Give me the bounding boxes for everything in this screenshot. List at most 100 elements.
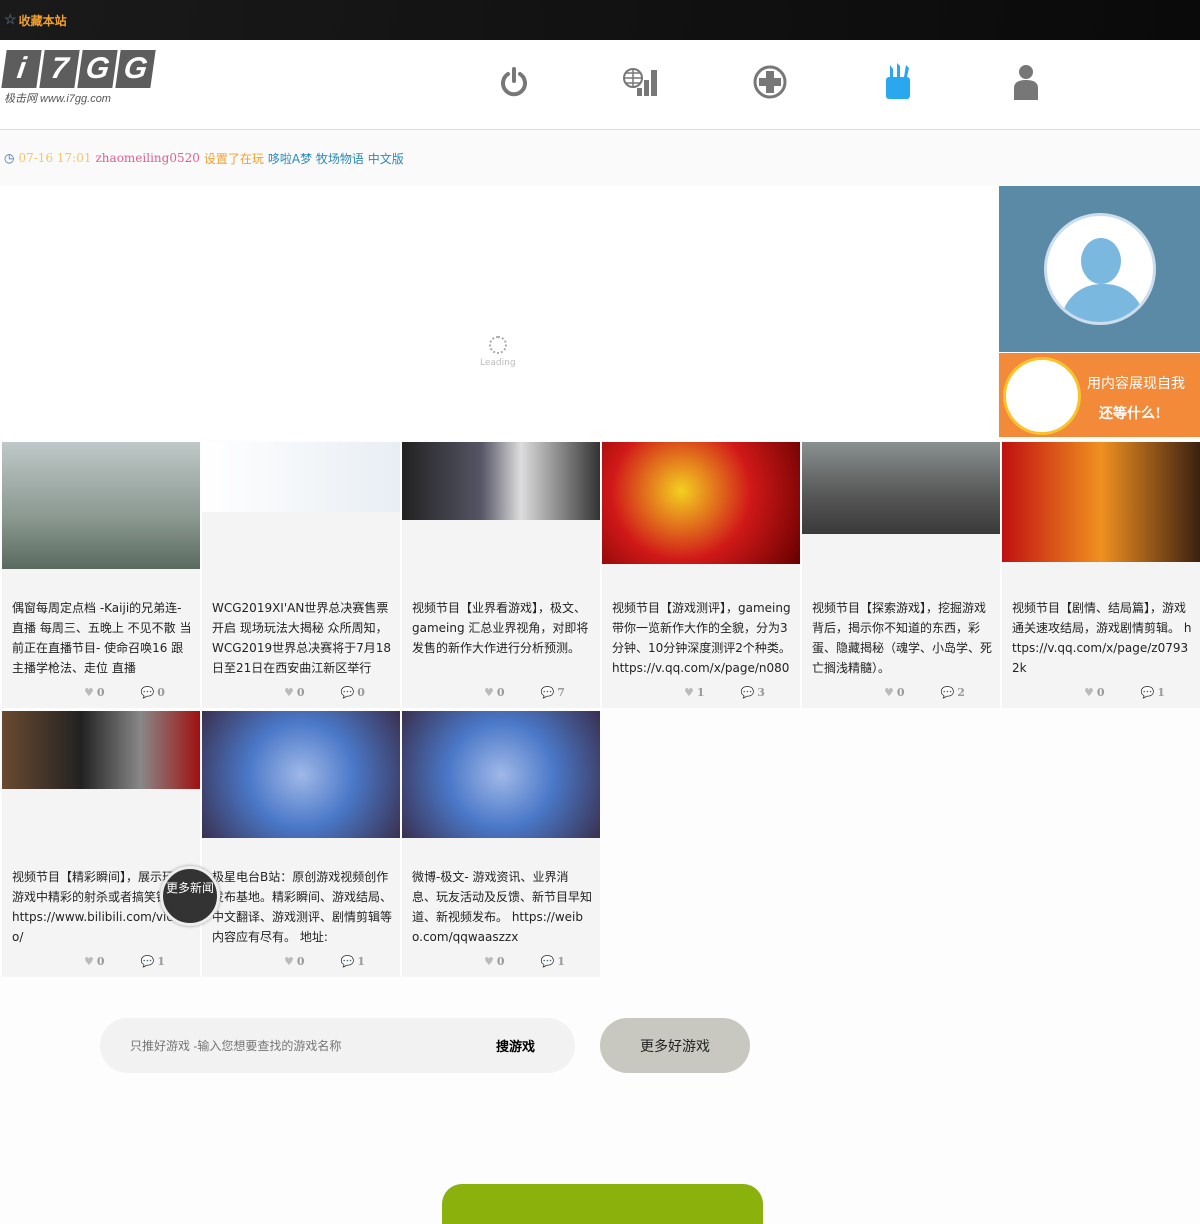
heart-icon: ♥ xyxy=(284,955,294,968)
comment-count[interactable]: 💬 2 xyxy=(941,686,965,699)
card-text: 极星电台B站：原创游戏视频创作发布基地。精彩瞬间、游戏结局、中文翻译、游戏测评、… xyxy=(212,870,392,944)
nav-write[interactable] xyxy=(834,60,962,104)
comment-count[interactable]: 💬 0 xyxy=(141,686,165,699)
nav-games[interactable] xyxy=(706,60,834,104)
like-count[interactable]: ♥ 0 xyxy=(484,955,505,968)
top-bar: ☆ 收藏本站 xyxy=(0,0,1200,40)
card-text: 微博-极文- 游戏资讯、业界消息、玩友活动及反馈、新节目早知道、新视频发布。 h… xyxy=(412,870,592,944)
card-text: WCG2019XI'AN世界总决赛售票开启 现场玩法大揭秘 众所周知，WCG20… xyxy=(212,601,391,675)
loading-indicator: Leading xyxy=(480,336,516,368)
ticker-time: 07-16 17:01 xyxy=(18,151,92,165)
likes-value: 0 xyxy=(96,686,105,699)
comment-count[interactable]: 💬 1 xyxy=(341,955,365,968)
comment-icon: 💬 xyxy=(340,686,355,699)
news-card[interactable]: 视频节目【精彩瞬间】，展示玩机游戏中精彩的射杀或者搞笑镜头。 https://w… xyxy=(2,711,200,977)
likes-value: 0 xyxy=(96,955,105,968)
activity-ticker: ◷ 07-16 17:01 zhaomeiling0520 设置了在玩 哆啦A梦… xyxy=(0,130,1200,186)
game-search: 搜游戏 xyxy=(100,1018,575,1073)
promo-banner[interactable]: 用内容展现自我 还等什么! xyxy=(999,353,1200,437)
search-button[interactable]: 搜游戏 xyxy=(496,1036,535,1055)
ticker-user-link[interactable]: zhaomeiling0520 xyxy=(95,151,199,165)
likes-value: 0 xyxy=(1096,686,1105,699)
nav-power[interactable] xyxy=(450,60,578,104)
comment-icon: 💬 xyxy=(340,955,355,968)
star-icon: ☆ xyxy=(4,12,17,28)
comments-value: 1 xyxy=(557,955,565,968)
comment-count[interactable]: 💬 0 xyxy=(341,686,365,699)
card-thumbnail[interactable] xyxy=(802,442,1000,534)
cat-mascot-icon xyxy=(1003,357,1081,435)
card-thumbnail[interactable] xyxy=(202,711,400,838)
news-card[interactable]: 视频节目【游戏测评】，gameing 带你一览新作大作的全貌，分为3分钟、10分… xyxy=(602,442,800,708)
like-count[interactable]: ♥ 1 xyxy=(684,686,705,699)
card-thumbnail[interactable] xyxy=(402,711,600,838)
news-card[interactable]: 视频节目【业界看游戏】，极文、gameing 汇总业界视角，对即将发售的新作大作… xyxy=(402,442,600,708)
logo-tile: i xyxy=(1,50,42,88)
comment-count[interactable]: 💬 1 xyxy=(141,955,165,968)
news-card[interactable]: 偶窗每周定点档 -Kaiji的兄弟连- 直播 每周三、五晚上 不见不散 当前正在… xyxy=(2,442,200,708)
card-thumbnail[interactable] xyxy=(1002,442,1200,562)
card-text: 视频节目【业界看游戏】，极文、gameing 汇总业界视角，对即将发售的新作大作… xyxy=(412,601,589,655)
card-text: 视频节目【游戏测评】，gameing 带你一览新作大作的全貌，分为3分钟、10分… xyxy=(612,601,791,675)
favorite-link[interactable]: ☆ 收藏本站 xyxy=(4,12,67,29)
like-count[interactable]: ♥ 0 xyxy=(284,686,305,699)
comments-value: 3 xyxy=(757,686,765,699)
comments-value: 1 xyxy=(157,955,165,968)
heart-icon: ♥ xyxy=(684,686,694,699)
news-card[interactable]: 视频节目【探索游戏】，挖掘游戏背后，揭示你不知道的东西，彩蛋、隐藏揭秘（魂学、小… xyxy=(802,442,1000,708)
user-icon xyxy=(1014,65,1038,100)
spinner-icon xyxy=(488,336,507,354)
news-card[interactable]: 微博-极文- 游戏资讯、业界消息、玩友活动及反馈、新节目早知道、新视频发布。 h… xyxy=(402,711,600,977)
card-text: 视频节目【探索游戏】，挖掘游戏背后，揭示你不知道的东西，彩蛋、隐藏揭秘（魂学、小… xyxy=(812,601,992,675)
like-count[interactable]: ♥ 0 xyxy=(84,686,105,699)
card-thumbnail[interactable] xyxy=(2,711,200,789)
logo-tile: G xyxy=(77,50,118,88)
likes-value: 0 xyxy=(296,686,305,699)
promo-line2: 还等什么! xyxy=(1099,406,1162,422)
ticker-game-link[interactable]: 哆啦A梦 牧场物语 中文版 xyxy=(268,150,404,167)
logo-tile: 7 xyxy=(39,50,80,88)
logo-tile: G xyxy=(115,50,156,88)
more-news-button[interactable]: 更多新闻 xyxy=(160,866,220,926)
main-nav xyxy=(450,60,1090,104)
comment-count[interactable]: 💬 7 xyxy=(541,686,565,699)
card-text: 视频节目【剧情、结局篇】，游戏通关速攻结局，游戏剧情剪辑。 https://v.… xyxy=(1012,601,1192,675)
comment-icon: 💬 xyxy=(140,686,155,699)
ticker-action: 设置了在玩 xyxy=(203,151,264,166)
news-card[interactable]: WCG2019XI'AN世界总决赛售票开启 现场玩法大揭秘 众所周知，WCG20… xyxy=(202,442,400,708)
promo-line1: 用内容展现自我 xyxy=(1087,376,1185,392)
nav-network[interactable] xyxy=(578,60,706,104)
nav-user[interactable] xyxy=(962,60,1090,104)
comment-icon: 💬 xyxy=(140,955,155,968)
like-count[interactable]: ♥ 0 xyxy=(284,955,305,968)
loading-text: Leading xyxy=(480,358,516,368)
likes-value: 0 xyxy=(496,686,505,699)
comments-value: 1 xyxy=(1157,686,1165,699)
card-thumbnail[interactable] xyxy=(602,442,800,564)
card-thumbnail[interactable] xyxy=(2,442,200,569)
card-thumbnail[interactable] xyxy=(402,442,600,520)
comment-count[interactable]: 💬 3 xyxy=(741,686,765,699)
comments-value: 0 xyxy=(357,686,365,699)
like-count[interactable]: ♥ 0 xyxy=(84,955,105,968)
comments-value: 0 xyxy=(157,686,165,699)
like-count[interactable]: ♥ 0 xyxy=(884,686,905,699)
comment-icon: 💬 xyxy=(940,686,955,699)
news-card[interactable]: 视频节目【剧情、结局篇】，游戏通关速攻结局，游戏剧情剪辑。 https://v.… xyxy=(1002,442,1200,708)
avatar[interactable] xyxy=(1043,213,1156,325)
comment-count[interactable]: 💬 1 xyxy=(541,955,565,968)
gamepad-icon xyxy=(753,65,787,99)
news-card[interactable]: 极星电台B站：原创游戏视频创作发布基地。精彩瞬间、游戏结局、中文翻译、游戏测评、… xyxy=(202,711,400,977)
heart-icon: ♥ xyxy=(884,686,894,699)
comment-count[interactable]: 💬 1 xyxy=(1141,686,1165,699)
search-input[interactable] xyxy=(130,1038,496,1053)
comments-value: 7 xyxy=(557,686,565,699)
like-count[interactable]: ♥ 0 xyxy=(1084,686,1105,699)
card-thumbnail[interactable] xyxy=(202,442,400,512)
like-count[interactable]: ♥ 0 xyxy=(484,686,505,699)
green-action-button[interactable] xyxy=(442,1184,763,1224)
power-icon xyxy=(501,67,527,97)
more-games-button[interactable]: 更多好游戏 xyxy=(600,1018,750,1073)
logo[interactable]: i7GG 极击网 www.i7gg.com xyxy=(1,50,160,108)
comment-icon: 💬 xyxy=(1140,686,1155,699)
